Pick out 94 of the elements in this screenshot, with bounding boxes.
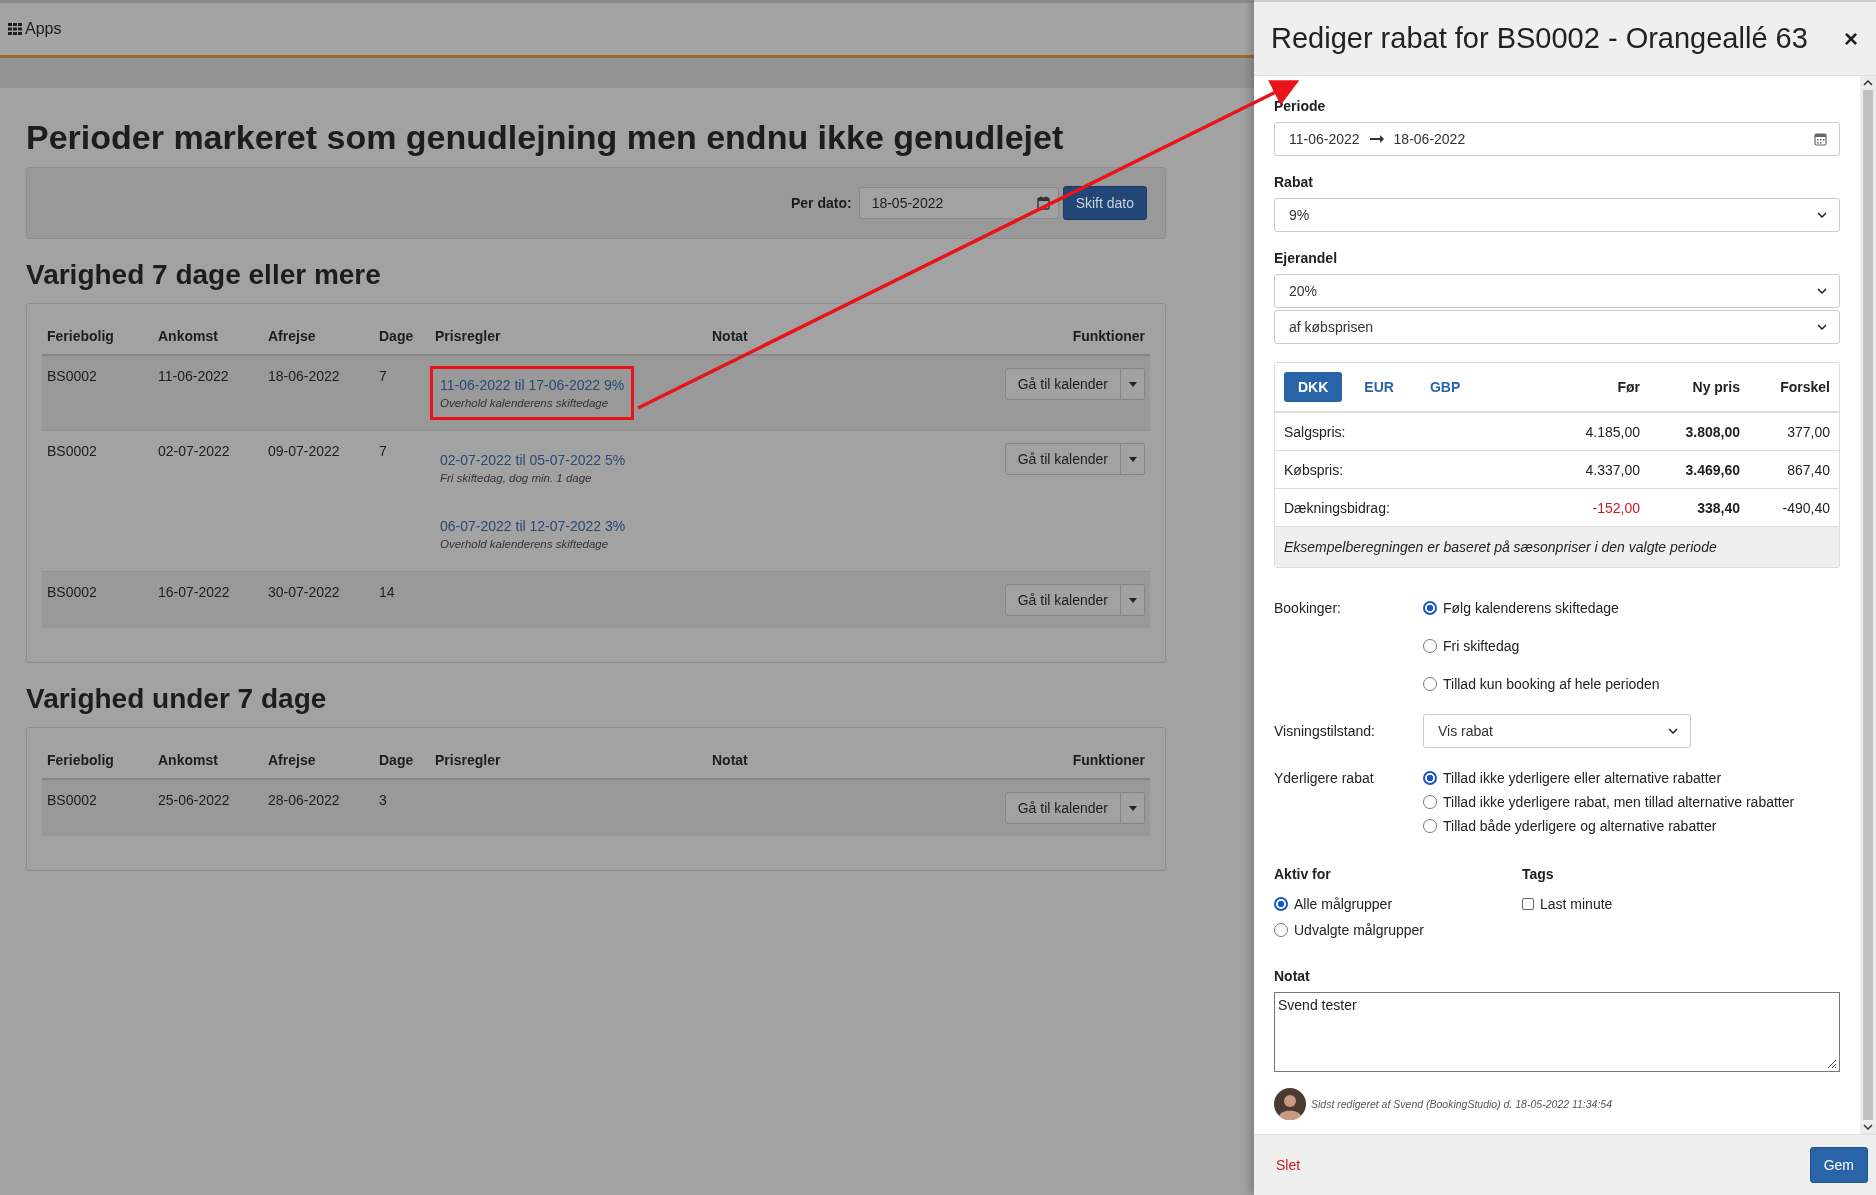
date-label: Per dato: [790,195,852,211]
field-label: Notat [1274,968,1311,984]
table-cell-text: 4.337,00 [1584,461,1640,478]
basis-select[interactable]: af købsprisen [1274,310,1840,344]
table-cell-text: 867,40 [1786,461,1830,478]
option-label: Alle målgrupper [1294,896,1393,912]
table-cell-text: 14 [378,583,396,602]
table-cell-text: 11-06-2022 [157,367,230,386]
option-label: Tillad både yderligere og alternative rabatter [1443,818,1717,834]
change-date-button[interactable]: Skift dato [1062,186,1147,220]
column-header: Forskel [1779,379,1830,395]
table-cell-text: 3.808,00 [1684,423,1740,440]
table-cell-text: 7 [378,367,388,386]
table-cell-text: Købspris: [1284,461,1345,478]
table-cell-text: 338,40 [1696,499,1740,516]
table-cell-text: BS0002 [46,583,98,602]
price-rule-link[interactable]: 06-07-2022 til 12-07-2022 3% [440,518,626,534]
field-label: Ejerandel [1274,250,1339,266]
column-header: Feriebolig [46,751,115,770]
column-header: Afrejse [267,751,317,770]
table-cell-text: BS0002 [46,791,98,810]
table-cell-text: BS0002 [46,367,98,386]
section-title: Varighed 7 dage eller mere [26,259,382,291]
option-label: Fri skiftedag [1443,638,1520,654]
column-header: Feriebolig [46,327,115,346]
period-field[interactable]: 11-06-2022 18-06-2022 [1274,122,1840,156]
close-button[interactable]: × [1844,24,1858,53]
field-label: Yderligere rabat [1274,770,1375,788]
column-header: Dage [378,327,415,346]
column-header: Afrejse [267,327,317,346]
display-mode-select[interactable]: Vis rabat [1423,714,1691,748]
table-cell-text: BS0002 [46,442,98,461]
field-label: Aktiv for [1274,866,1332,882]
table-cell-text: -490,40 [1781,499,1830,516]
currency-tab[interactable]: EUR [1350,372,1408,402]
table-cell-text: Salgspris: [1284,423,1347,440]
field-label: Tags [1522,866,1555,882]
calendar-button[interactable]: Gå til kalender [1004,584,1121,616]
table-cell-text: 28-06-2022 [267,791,341,810]
price-rule-note: Fri skiftedag, dog min. 1 dage [440,472,593,484]
table-cell-text: 16-07-2022 [157,583,231,602]
option-label: Last minute [1540,896,1613,912]
calendar-button[interactable]: Gå til kalender [1004,792,1121,824]
column-header: Dage [378,751,415,770]
option-label: Tillad ikke yderligere rabat, men tillad alternative rabatter [1443,794,1795,810]
column-header: Funktioner [1071,751,1146,770]
discount-select[interactable]: 9% [1274,198,1840,232]
option-label: Udvalgte målgrupper [1294,922,1424,938]
table-cell-text: 30-07-2022 [267,583,341,602]
calendar-button[interactable]: Gå til kalender [1004,368,1121,400]
panel-title: Rediger rabat for BS0002 - Orangeallé 63 [1271,22,1808,55]
price-rule-note: Overhold kalenderens skiftedage [440,397,610,409]
column-header: Ankomst [157,327,219,346]
currency-tab[interactable]: GBP [1415,372,1475,402]
price-rule-note: Overhold kalenderens skiftedage [440,538,610,550]
table-cell-text: 18-06-2022 [267,367,341,386]
column-header: Notat [711,327,749,346]
table-cell-text: 02-07-2022 [157,442,231,461]
table-cell-text: 7 [378,442,388,461]
table-cell-text: 09-07-2022 [267,442,341,461]
table-footnote: Eksempelberegningen er baseret på sæsonpriser i den valgte periode [1275,527,1839,567]
note-field[interactable]: Svend tester [1274,992,1840,1072]
table-cell-text: 377,00 [1786,423,1830,440]
section-title: Varighed under 7 dage [26,683,328,715]
table-cell-text: 3.469,60 [1684,461,1740,478]
table-cell-text: -152,00 [1591,499,1640,516]
column-header: Ny pris [1691,379,1740,395]
option-label: Tillad kun booking af hele perioden [1443,676,1660,692]
table-cell-text: 4.185,00 [1584,423,1640,440]
table-cell-text: 3 [378,791,388,810]
column-header: Prisregler [434,327,502,346]
column-header: Prisregler [434,751,502,770]
field-label: Rabat [1274,174,1314,190]
column-header: Notat [711,751,749,770]
delete-link[interactable]: Slet [1276,1157,1301,1173]
price-rule-link[interactable]: 02-07-2022 til 05-07-2022 5% [440,452,626,468]
column-header: Funktioner [1071,327,1146,346]
field-label: Visningstilstand: [1274,723,1376,739]
apps-link[interactable]: Apps [8,20,62,38]
table-cell-text: 25-06-2022 [157,791,231,810]
table-cell-text: Dækningsbidrag: [1284,499,1391,516]
field-label: Bookinger: [1274,600,1342,618]
currency-tab[interactable]: DKK [1284,372,1343,402]
option-label: Følg kalenderens skiftedage [1443,600,1619,616]
option-label: Tillad ikke yderligere eller alternative rabatter [1443,770,1722,786]
last-edited-text: Sidst redigeret af Svend (BookingStudio) d. 18-05-2022 11:34:54 [1311,1098,1612,1110]
calendar-button[interactable]: Gå til kalender [1004,443,1121,475]
field-label: Periode [1274,98,1327,114]
column-header: Før [1616,379,1640,395]
page-title: Perioder markeret som genudlejning men endnu ikke genudlejet [26,118,1065,157]
share-select[interactable]: 20% [1274,274,1840,308]
date-field[interactable]: 18-05-2022 [858,187,1059,219]
save-button[interactable]: Gem [1809,1147,1868,1183]
column-header: Ankomst [157,751,219,770]
